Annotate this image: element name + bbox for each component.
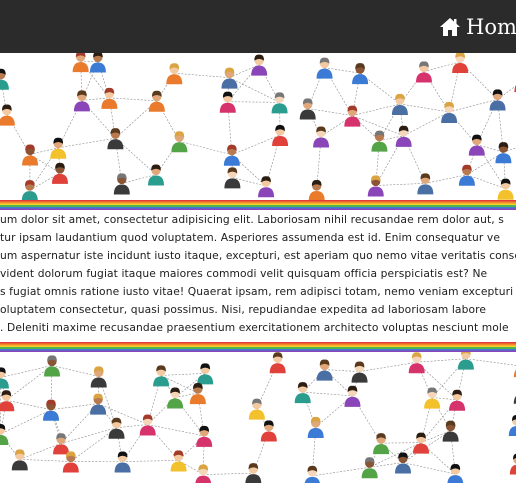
rainbow-divider-top [0,200,516,210]
person-avatar [114,451,131,473]
home-nav-link[interactable]: Home [439,12,516,42]
person-avatar [395,125,412,147]
person-avatar [50,137,67,159]
person-avatar [248,398,265,420]
person-avatar [113,173,130,195]
person-avatar [0,424,9,446]
person-avatar [171,131,188,153]
person-avatar [351,361,368,383]
person-avatar [457,352,474,370]
person-avatar [313,126,330,148]
person-avatar [509,453,516,475]
paragraph-line: vident dolorum fugiat itaque maiores com… [0,267,488,280]
top-navbar: Home [0,0,516,53]
person-avatar [22,144,39,166]
person-avatar [367,175,384,197]
paragraph-line: . Deleniti maxime recusandae praesentium… [0,321,509,334]
person-avatar [449,389,466,411]
person-avatar [447,464,464,483]
paragraph-line: um dolor sit amet, consectetur adipisici… [0,213,504,226]
person-avatar [304,465,320,483]
people-network-image-bottom [0,352,516,483]
person-avatar [442,420,459,442]
person-avatar [299,98,316,120]
person-avatar [361,457,378,479]
person-avatar [153,365,170,387]
person-avatar [251,54,268,76]
person-avatar [307,416,324,438]
paragraph-line: oluptatem consectetur, quasi possimus. N… [0,303,487,316]
person-avatar [408,352,425,374]
person-avatar [196,425,213,447]
paragraph-line: tur ipsam laudantium quod voluptatem. As… [0,231,501,244]
person-avatar [167,387,184,409]
person-avatar [316,57,333,79]
person-avatar [489,89,506,111]
person-avatar [72,53,89,73]
person-avatar [0,367,9,389]
person-avatar [316,359,333,381]
person-avatar [294,382,311,404]
person-avatar [373,433,390,455]
house-icon [440,18,460,36]
person-avatar [495,142,512,164]
person-avatar [258,176,275,198]
person-avatar [51,162,68,184]
paragraph-line: s fugiat omnis ratione iusto vitae! Quae… [0,285,516,298]
person-avatar [271,92,288,114]
person-avatar [468,134,485,156]
person-avatar [148,90,165,112]
person-avatar [458,164,475,186]
home-label: Home [466,15,516,39]
person-avatar [21,180,38,200]
person-avatar [0,68,9,90]
person-avatar [90,393,107,415]
person-avatar [452,53,469,73]
person-avatar [89,53,106,73]
person-avatar [344,385,361,407]
person-avatar [391,93,408,115]
paragraph-line: um aspernatur iste incidunt iusto itaque… [0,249,516,262]
person-avatar [441,101,458,123]
person-avatar [395,452,412,474]
person-avatar [90,366,107,388]
person-avatar [166,63,183,85]
person-avatar [62,451,79,473]
person-avatar [221,67,238,89]
person-avatar [269,352,286,374]
person-avatar [508,415,516,437]
person-avatar [195,464,212,483]
person-avatar [371,130,388,152]
person-avatar [0,390,15,412]
person-avatar [0,104,15,126]
person-avatar [107,128,124,150]
person-avatar [43,399,60,421]
person-avatar [308,180,325,200]
person-avatar [44,355,61,377]
person-avatar [497,178,514,200]
person-avatar [415,61,432,83]
lorem-paragraph: um dolor sit amet, consectetur adipisici… [0,211,516,342]
person-avatar [417,173,434,195]
person-avatar [344,105,361,127]
person-avatar [245,463,262,483]
person-avatar [147,164,164,186]
person-avatar [53,433,70,455]
people-network-image-top [0,53,516,200]
person-avatar [260,420,277,442]
rainbow-divider-bottom [0,342,516,352]
person-avatar [352,63,369,85]
person-avatar [272,124,289,146]
person-avatar [189,383,206,405]
person-avatar [73,90,90,112]
person-avatar [223,144,240,166]
person-avatar [224,167,241,189]
